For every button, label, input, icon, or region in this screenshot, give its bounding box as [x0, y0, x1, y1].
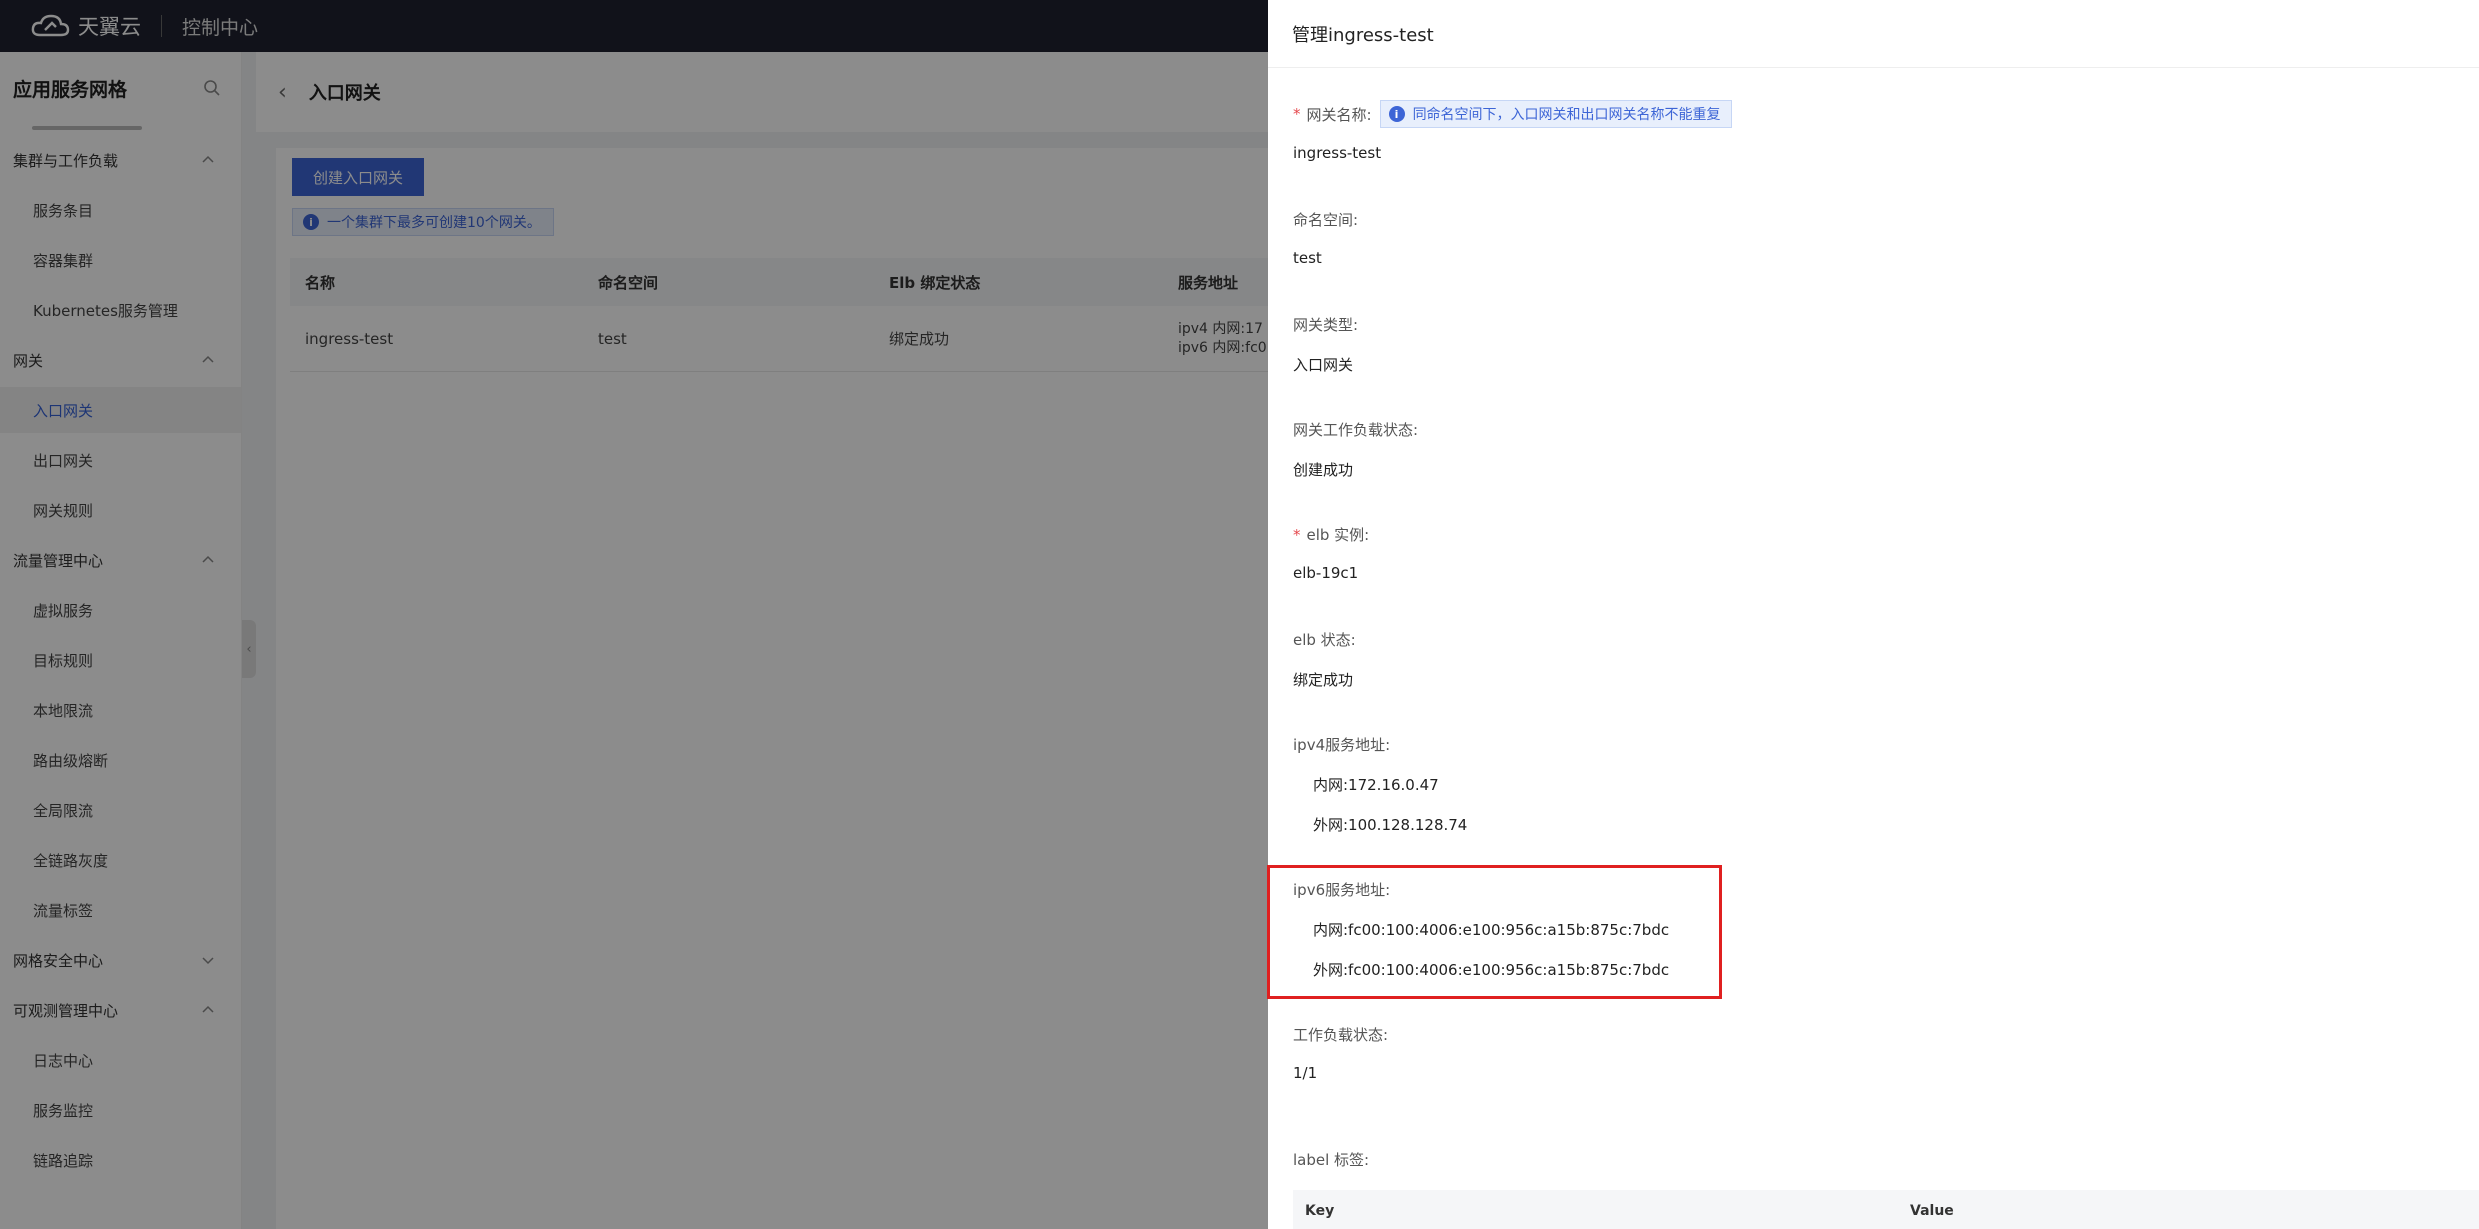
elb-instance-value: elb-19c1	[1293, 564, 1359, 582]
label-table-value-header: Value	[1910, 1203, 1954, 1219]
required-mark: *	[1293, 105, 1301, 123]
elb-status-value: 绑定成功	[1293, 671, 1354, 689]
info-icon: i	[1388, 106, 1405, 122]
required-mark: *	[1293, 525, 1301, 544]
label-tags-table: Key Value	[1293, 1190, 2479, 1229]
elb-status-label: elb 状态:	[1293, 631, 1356, 649]
namespace-value: test	[1293, 249, 1322, 267]
label-table-key-header: Key	[1305, 1203, 1335, 1219]
gateway-name-tip-text: 同命名空间下，入口网关和出口网关名称不能重复	[1412, 107, 1721, 123]
drawer-header: 管理ingress-test	[1268, 0, 2479, 68]
ipv4-address-label: ipv4服务地址:	[1293, 736, 1391, 754]
gateway-name-tip: i 同命名空间下，入口网关和出口网关名称不能重复	[1379, 100, 1732, 128]
gateway-name-value: ingress-test	[1293, 144, 1382, 162]
ipv6-external-address: 外网:fc00:100:4006:e100:956c:a15b:875c:7bd…	[1313, 961, 1670, 979]
elb-instance-label: * elb 实例:	[1293, 524, 1369, 545]
gateway-name-label-text: 网关名称:	[1306, 105, 1372, 124]
manage-gateway-drawer: 管理ingress-test * 网关名称: i 同命名空间下，入口网关和出口网…	[1268, 0, 2479, 1229]
ipv6-address-label: ipv6服务地址:	[1293, 881, 1391, 899]
gateway-type-value: 入口网关	[1293, 356, 1354, 374]
label-tags-label: label 标签:	[1293, 1151, 1370, 1169]
gateway-workload-status-label: 网关工作负载状态:	[1293, 421, 1419, 439]
elb-instance-label-text: elb 实例:	[1306, 526, 1370, 544]
ipv4-external-address: 外网:100.128.128.74	[1313, 816, 1468, 834]
ipv4-internal-address: 内网:172.16.0.47	[1313, 776, 1439, 794]
ipv6-internal-address: 内网:fc00:100:4006:e100:956c:a15b:875c:7bd…	[1313, 921, 1670, 939]
modal-overlay[interactable]	[0, 0, 1268, 1229]
workload-status-label: 工作负载状态:	[1293, 1026, 1389, 1044]
namespace-label: 命名空间:	[1293, 211, 1359, 229]
workload-status-value: 1/1	[1293, 1064, 1318, 1082]
gateway-type-label: 网关类型:	[1293, 316, 1359, 334]
gateway-workload-status-value: 创建成功	[1293, 461, 1354, 479]
gateway-name-label: * 网关名称: i 同命名空间下，入口网关和出口网关名称不能重复	[1293, 100, 1732, 128]
drawer-title: 管理ingress-test	[1292, 24, 1434, 46]
